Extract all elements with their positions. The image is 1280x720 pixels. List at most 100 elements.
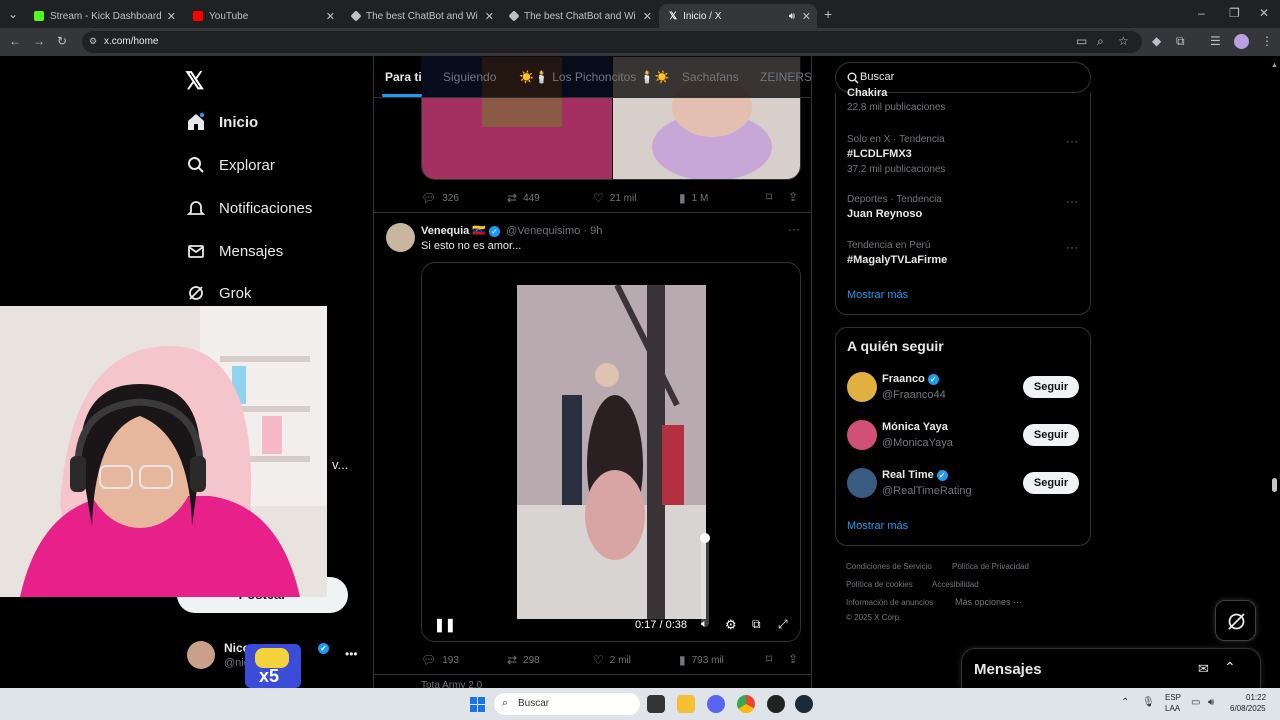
trend-item[interactable]: Deportes · Tendencia Juan Reynoso [847,194,942,220]
network-icon[interactable]: ▭ [1191,697,1200,708]
bookmark-star-icon[interactable]: ☆ [1118,34,1129,48]
extension-icon[interactable]: ◆ [1152,34,1161,48]
share-button[interactable]: ⇪ [788,652,804,666]
tab-los-pichoncitos[interactable]: ☀️🕯️ Los Pichoncitos 🕯️☀️ [519,70,669,84]
pause-button[interactable]: ❚❚ [434,617,456,633]
tab-kick[interactable]: Stream - Kick Dashboard ✕ [24,4,182,28]
footer-more-link[interactable]: Más opciones ··· [955,597,1022,607]
trend-item[interactable]: Solo en X · Tendencia #LCDLFMX3 37,2 mil… [847,134,945,175]
messages-drawer[interactable]: Mensajes ✉ ⌃ [961,648,1261,688]
account-more-icon[interactable]: ••• [345,647,358,661]
follow-name[interactable]: Mónica Yaya [882,421,948,433]
settings-icon[interactable]: ⚙ [725,617,737,633]
puzzle-icon[interactable]: ⧉ [1176,34,1185,49]
scrollbar-thumb[interactable] [1272,478,1277,492]
tab-para-ti[interactable]: Para ti [385,70,422,84]
volume-slider[interactable] [700,533,710,627]
nav-item-notificaciones[interactable]: Notificaciones [185,197,312,219]
volume-icon[interactable]: 🔈︎ [701,618,708,631]
follow-button[interactable]: Seguir [1023,424,1079,446]
follow-button[interactable]: Seguir [1023,472,1079,494]
repost-button[interactable]: ⇄ 449 [507,191,540,205]
steam-icon[interactable] [795,695,813,713]
close-icon[interactable]: ✕ [326,10,335,23]
zoom-icon[interactable]: ⌕ [1097,34,1104,49]
views-button[interactable]: ▮ 793 mil [679,653,724,667]
trend-more-icon[interactable]: ··· [1066,194,1078,208]
close-icon[interactable]: ✕ [802,10,811,23]
show-more-trends-link[interactable]: Mostrar más [847,289,908,301]
tab-x-home[interactable]: 𝕏 Inicio / X 🔊︎ ✕ [659,4,817,28]
share-button[interactable]: ⇪ [788,190,804,204]
reload-icon[interactable]: ↻ [57,34,67,48]
window-close-button[interactable]: ✕ [1259,6,1269,20]
footer-accessibility-link[interactable]: Accesibilidad [932,580,979,589]
trend-more-icon[interactable]: ··· [1066,240,1078,254]
mic-icon[interactable]: 🎙︎ [1142,697,1155,708]
obs-icon[interactable] [767,695,785,713]
maximize-button[interactable]: ❐ [1229,6,1240,20]
tab-sachafans[interactable]: Sachafans [682,70,739,84]
file-explorer-icon[interactable] [677,695,695,713]
nav-item-explorar[interactable]: Explorar [185,154,275,176]
site-info-icon[interactable]: ⚙ [89,36,97,47]
nav-item-grok[interactable]: Grok [185,282,252,304]
trend-item[interactable]: Chakira 22,8 mil publicaciones [847,87,945,113]
follow-avatar[interactable] [847,420,877,450]
footer-terms-link[interactable]: Condiciones de Servicio [846,562,932,571]
author-avatar[interactable] [386,223,415,252]
clock-time[interactable]: 01:22 [1246,693,1266,702]
back-icon[interactable]: ← [9,34,21,48]
media-icon[interactable]: ☰ [1210,34,1221,48]
keyboard-layout-indicator[interactable]: LAA [1165,704,1180,713]
new-message-icon[interactable]: ✉ [1198,661,1209,677]
close-icon[interactable]: ✕ [643,10,652,23]
volume-handle[interactable] [700,533,710,543]
nav-item-inicio[interactable]: Inicio [185,111,258,133]
follow-avatar[interactable] [847,468,877,498]
new-tab-button[interactable]: + [824,6,832,22]
x-logo-icon[interactable]: 𝕏 [185,67,204,96]
follow-name[interactable]: Fraanco ✓ [882,373,939,385]
footer-ads-link[interactable]: Información de anuncios [846,598,933,607]
chrome-icon[interactable] [737,695,755,713]
follow-name[interactable]: Real Time ✓ [882,469,948,481]
like-button[interactable]: ♡ 2 mil [593,653,631,667]
repost-button[interactable]: ⇄ 298 [507,653,540,667]
scrollbar-up-arrow[interactable]: ▲ [1271,62,1278,72]
like-button[interactable]: ♡ 21 mil [593,191,636,205]
tab-zeiners[interactable]: ZEINERS [760,70,811,84]
grok-fab[interactable] [1215,600,1256,641]
show-more-follow-link[interactable]: Mostrar más [847,520,908,532]
bookmark-button[interactable]: ⌑ [766,652,778,666]
tab-chatbot-1[interactable]: The best ChatBot and Widgets ✕ [342,4,500,28]
reply-button[interactable]: 💬︎ 193 [421,653,459,667]
taskbar-search[interactable]: ⌕ Buscar [494,693,640,715]
bookmark-button[interactable]: ⌑ [766,190,778,204]
tray-chevron-icon[interactable]: ⌃ [1121,697,1129,708]
nav-more-truncated[interactable]: v... [332,457,348,472]
fullscreen-icon[interactable]: ⤢ [778,617,788,632]
clock-date[interactable]: 6/08/2025 [1230,704,1266,713]
language-indicator[interactable]: ESP [1165,693,1181,702]
profile-avatar[interactable] [1234,34,1249,49]
close-icon[interactable]: ✕ [167,10,176,23]
views-button[interactable]: ▮ 1 M [679,191,708,205]
author-handle[interactable]: @Venequisimo [506,225,580,237]
discord-icon[interactable] [707,695,725,713]
follow-avatar[interactable] [847,372,877,402]
footer-privacy-link[interactable]: Política de Privacidad [952,562,1029,571]
pip-icon[interactable]: ⧉ [752,617,761,632]
speaker-icon[interactable]: 🔊︎ [789,11,795,22]
forward-icon[interactable]: → [33,34,45,48]
tab-siguiendo[interactable]: Siguiendo [443,70,496,84]
account-avatar[interactable] [187,641,215,669]
cast-icon[interactable]: ▭ [1076,34,1087,48]
minimize-button[interactable]: – [1198,6,1205,20]
close-icon[interactable]: ✕ [485,10,494,23]
video-player[interactable]: ❚❚ 0:17 / 0:38 🔈︎ ⚙ ⧉ ⤢ [421,262,801,642]
next-post-author[interactable]: Tota Army 2.0 [421,680,482,688]
trend-item[interactable]: Tendencia en Perú #MagalyTVLaFirme [847,240,947,266]
tab-search-icon[interactable]: ⌄ [8,7,18,21]
expand-icon[interactable]: ⌃ [1224,659,1236,676]
